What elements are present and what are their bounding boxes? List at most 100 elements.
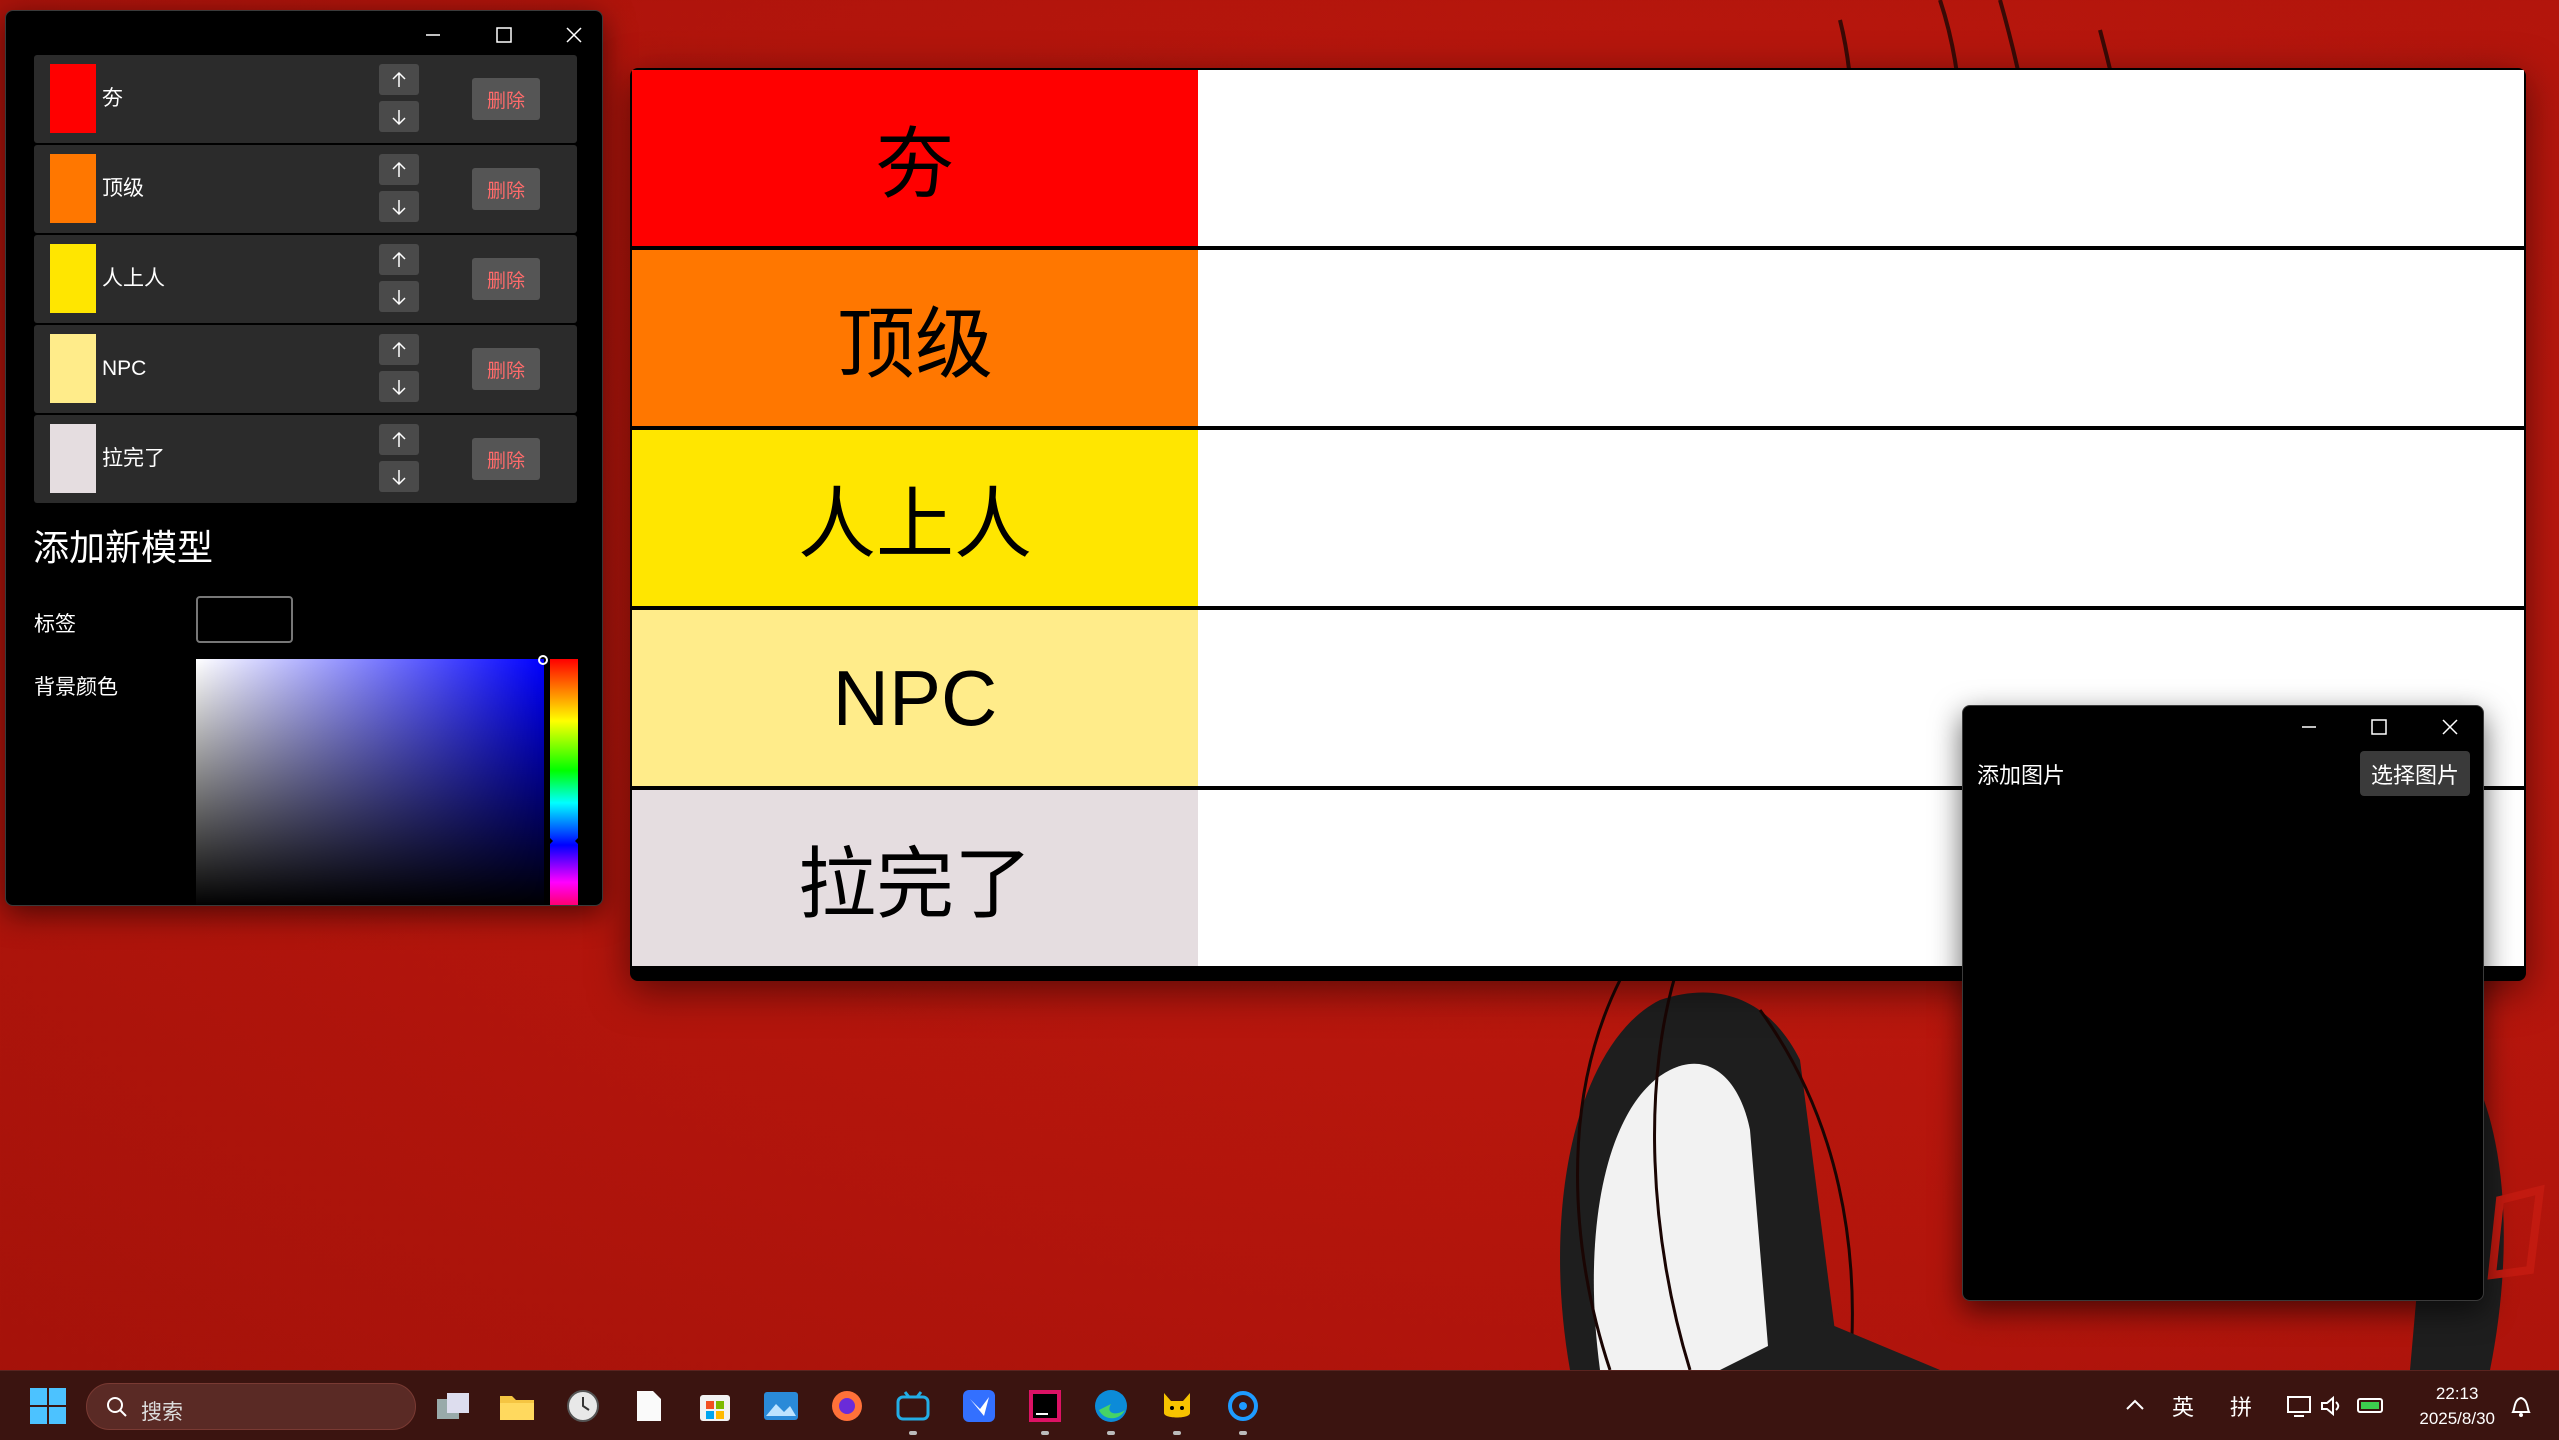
maximize-button[interactable]: [2344, 706, 2414, 748]
add-model-heading: 添加新模型: [33, 527, 214, 568]
clock-app-icon[interactable]: [562, 1385, 604, 1427]
clock-time: 22:13: [2435, 1384, 2479, 1403]
notepad-icon[interactable]: [628, 1385, 670, 1427]
minimize-icon: [2302, 726, 2316, 728]
taskbar: 搜索 英 拼 22:13 2025/8/30: [0, 1370, 2559, 1440]
label-input[interactable]: [196, 596, 293, 643]
firefox-icon[interactable]: [826, 1385, 868, 1427]
move-down-button[interactable]: [379, 461, 419, 492]
notification-bell-icon[interactable]: [2508, 1393, 2534, 1419]
move-up-button[interactable]: [379, 64, 419, 95]
cat-app-icon[interactable]: [1156, 1385, 1198, 1435]
microsoft-store-icon[interactable]: [694, 1385, 736, 1427]
tier-item: NPC 删除: [34, 325, 577, 413]
editor-titlebar: [6, 11, 602, 59]
arrow-up-icon: [392, 161, 406, 177]
battery-icon[interactable]: [2356, 1393, 2386, 1417]
tier-list-label: NPC: [632, 610, 1198, 786]
sv-picker-handle[interactable]: [538, 655, 548, 665]
maximize-icon: [2371, 719, 2387, 735]
hue-slider-handle[interactable]: [547, 835, 581, 847]
tier-label: NPC: [102, 357, 147, 380]
label-field-label: 标签: [34, 613, 76, 636]
delete-button[interactable]: 删除: [472, 348, 540, 390]
hue-slider[interactable]: [547, 659, 581, 905]
delete-button[interactable]: 删除: [472, 168, 540, 210]
move-up-button[interactable]: [379, 154, 419, 185]
saturation-value-picker[interactable]: [196, 655, 548, 905]
arrow-up-icon: [392, 71, 406, 87]
arrow-down-icon: [392, 109, 406, 125]
taskbar-search[interactable]: 搜索: [86, 1383, 416, 1430]
task-view-icon[interactable]: [432, 1385, 474, 1427]
tier-item: 夯 删除: [34, 55, 577, 143]
tier-label: 夯: [102, 87, 123, 110]
maximize-button[interactable]: [469, 11, 539, 59]
photos-icon[interactable]: [760, 1385, 802, 1427]
tier-list-label: 人上人: [632, 430, 1198, 606]
minimize-button[interactable]: [398, 11, 468, 59]
tier-color-swatch[interactable]: [50, 154, 96, 223]
move-up-button[interactable]: [379, 334, 419, 365]
close-button[interactable]: [539, 11, 602, 59]
arrow-up-icon: [392, 251, 406, 267]
tier-color-swatch[interactable]: [50, 64, 96, 133]
rider-icon[interactable]: [1024, 1385, 1066, 1435]
arrow-down-icon: [392, 379, 406, 395]
tier-item: 顶级 删除: [34, 145, 577, 233]
image-window-titlebar: [1963, 706, 2483, 748]
bg-color-field-label: 背景颜色: [34, 676, 118, 699]
close-icon: [2442, 719, 2458, 735]
windows-start-icon[interactable]: [30, 1388, 66, 1424]
tier-list-row: 夯: [632, 70, 2524, 246]
close-button[interactable]: [2415, 706, 2483, 748]
minimize-icon: [426, 34, 440, 36]
tier-list-label: 夯: [632, 70, 1198, 246]
move-down-button[interactable]: [379, 281, 419, 312]
qq-icon[interactable]: [1222, 1385, 1264, 1435]
clock-date: 2025/8/30: [2419, 1409, 2495, 1428]
tier-label: 拉完了: [102, 447, 165, 470]
select-image-button[interactable]: 选择图片: [2360, 751, 2470, 796]
network-icon[interactable]: [2286, 1393, 2312, 1419]
close-icon: [566, 27, 582, 43]
arrow-up-icon: [392, 431, 406, 447]
search-icon: [107, 1397, 127, 1417]
bilibili-icon[interactable]: [892, 1385, 934, 1435]
tier-color-swatch[interactable]: [50, 244, 96, 313]
add-image-title: 添加图片: [1977, 763, 2066, 788]
minimize-button[interactable]: [2274, 706, 2344, 748]
tier-drop-zone[interactable]: [1201, 70, 2524, 246]
input-language-indicator[interactable]: 英: [2172, 1371, 2194, 1440]
tier-color-swatch[interactable]: [50, 334, 96, 403]
feishu-icon[interactable]: [958, 1385, 1000, 1427]
system-clock[interactable]: 22:13 2025/8/30: [2419, 1381, 2495, 1431]
arrow-down-icon: [392, 199, 406, 215]
tier-editor-window: 夯 删除 顶级 删除 人上人 删除 NPC 删除 拉完了 删除 添加新模型 标签…: [5, 10, 603, 906]
arrow-down-icon: [392, 469, 406, 485]
arrow-down-icon: [392, 289, 406, 305]
search-placeholder: 搜索: [141, 1401, 183, 1424]
add-image-window: 添加图片 选择图片: [1962, 705, 2484, 1301]
tier-item: 人上人 删除: [34, 235, 577, 323]
move-up-button[interactable]: [379, 244, 419, 275]
tier-label: 人上人: [102, 267, 165, 290]
move-up-button[interactable]: [379, 424, 419, 455]
volume-icon[interactable]: [2320, 1395, 2344, 1417]
move-down-button[interactable]: [379, 191, 419, 222]
tier-drop-zone[interactable]: [1201, 430, 2524, 606]
file-explorer-icon[interactable]: [496, 1385, 538, 1427]
tier-color-swatch[interactable]: [50, 424, 96, 493]
chevron-up-icon[interactable]: [2125, 1397, 2145, 1413]
ime-mode-indicator[interactable]: 拼: [2230, 1371, 2252, 1440]
move-down-button[interactable]: [379, 101, 419, 132]
delete-button[interactable]: 删除: [472, 78, 540, 120]
tier-drop-zone[interactable]: [1201, 250, 2524, 426]
move-down-button[interactable]: [379, 371, 419, 402]
tier-list-label: 顶级: [632, 250, 1198, 426]
arrow-up-icon: [392, 341, 406, 357]
tier-label: 顶级: [102, 177, 144, 200]
edge-icon[interactable]: [1090, 1385, 1132, 1435]
delete-button[interactable]: 删除: [472, 258, 540, 300]
delete-button[interactable]: 删除: [472, 438, 540, 480]
